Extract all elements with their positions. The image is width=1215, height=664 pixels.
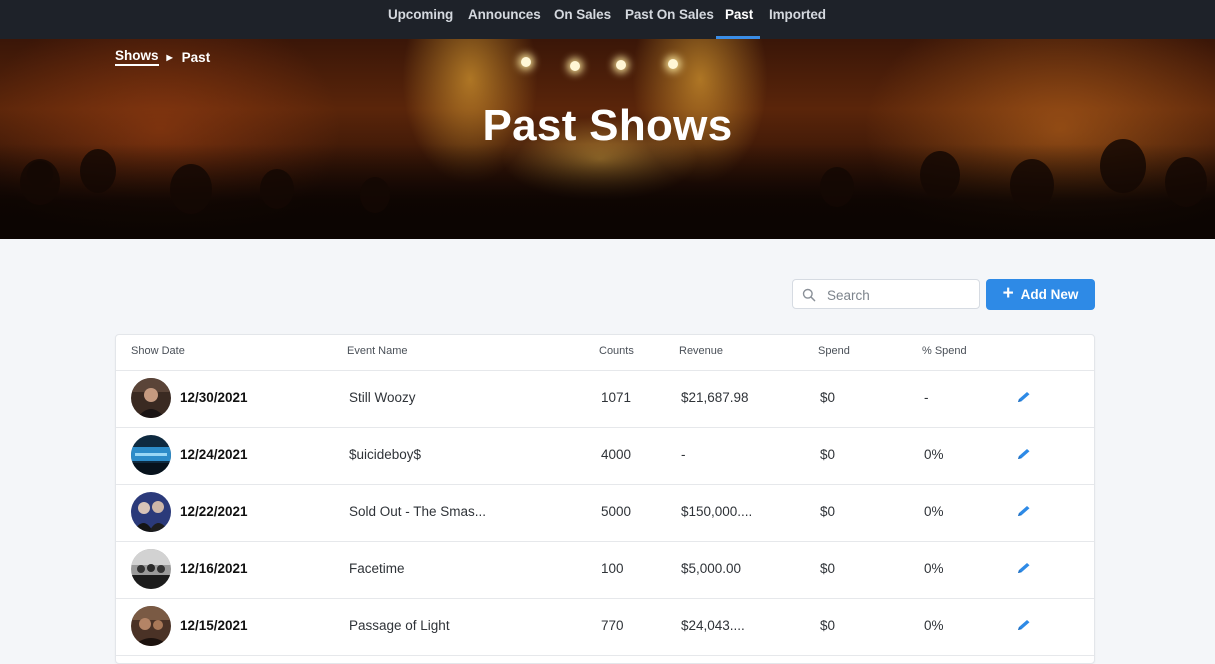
search-icon (802, 288, 816, 307)
show-date: 12/24/2021 (180, 447, 248, 462)
counts: 1071 (601, 390, 632, 405)
crowd-head (260, 169, 294, 209)
add-new-label: Add New (1020, 287, 1079, 302)
column-header-spend[interactable]: Spend (818, 345, 850, 357)
pencil-icon[interactable] (1016, 390, 1032, 409)
shows-table: Show Date Event Name Counts Revenue Spen… (115, 334, 1095, 664)
avatar (131, 549, 171, 589)
plus-icon: + (1002, 283, 1014, 304)
revenue: - (681, 447, 686, 462)
column-header-event-name[interactable]: Event Name (347, 345, 408, 357)
crowd-head (820, 167, 854, 207)
breadcrumb: Shows ▶ Past (115, 48, 210, 66)
pencil-icon[interactable] (1016, 618, 1032, 637)
tab-past[interactable]: Past (725, 0, 753, 39)
event-name[interactable]: Sold Out - The Smas... (349, 504, 486, 519)
column-header-show-date[interactable]: Show Date (131, 345, 185, 357)
top-nav: Upcoming Announces On Sales Past On Sale… (0, 0, 1215, 39)
crowd-head (360, 177, 390, 213)
stage-light (616, 60, 626, 70)
page-title: Past Shows (482, 101, 733, 150)
table-row[interactable]: 12/30/2021 Still Woozy 1071 $21,687.98 $… (116, 370, 1094, 428)
table-row[interactable]: 12/15/2021 Passage of Light 770 $24,043.… (116, 598, 1094, 656)
crowd-head (1010, 159, 1054, 211)
event-name[interactable]: Passage of Light (349, 618, 450, 633)
pencil-icon[interactable] (1016, 447, 1032, 466)
tab-imported[interactable]: Imported (769, 0, 826, 39)
spend: $0 (820, 618, 836, 633)
spend: $0 (820, 390, 836, 405)
column-header-revenue[interactable]: Revenue (679, 345, 723, 357)
table-row[interactable]: 12/22/2021 Sold Out - The Smas... 5000 $… (116, 484, 1094, 542)
counts: 100 (601, 561, 624, 576)
show-date: 12/16/2021 (180, 561, 248, 576)
show-date: 12/15/2021 (180, 618, 248, 633)
crowd-head (1165, 157, 1207, 207)
hero-banner: Shows ▶ Past Past Shows (0, 39, 1215, 239)
crowd-head (20, 159, 60, 205)
stage-light (570, 61, 580, 71)
show-date: 12/22/2021 (180, 504, 248, 519)
event-name[interactable]: $uicideboy$ (349, 447, 421, 462)
avatar (131, 435, 171, 475)
revenue: $150,000.... (681, 504, 753, 519)
event-name[interactable]: Facetime (349, 561, 405, 576)
table-row[interactable]: 12/16/2021 Facetime 100 $5,000.00 $0 0% (116, 541, 1094, 599)
breadcrumb-shows[interactable]: Shows (115, 48, 159, 66)
revenue: $24,043.... (681, 618, 745, 633)
pct-spend: 0% (924, 447, 944, 462)
search-input[interactable] (825, 280, 979, 310)
pct-spend: 0% (924, 504, 944, 519)
spend: $0 (820, 504, 836, 519)
counts: 5000 (601, 504, 632, 519)
table-row[interactable]: 12/24/2021 $uicideboy$ 4000 - $0 0% (116, 427, 1094, 485)
tab-past-on-sales[interactable]: Past On Sales (625, 0, 714, 39)
tab-on-sales[interactable]: On Sales (554, 0, 611, 39)
breadcrumb-separator-icon: ▶ (166, 52, 173, 62)
pencil-icon[interactable] (1016, 504, 1032, 523)
event-name[interactable]: Still Woozy (349, 390, 416, 405)
avatar (131, 492, 171, 532)
tab-upcoming[interactable]: Upcoming (388, 0, 453, 39)
column-header-counts[interactable]: Counts (599, 345, 634, 357)
pencil-icon[interactable] (1016, 561, 1032, 580)
stage-light (668, 59, 678, 69)
spend: $0 (820, 447, 836, 462)
avatar (131, 606, 171, 646)
pct-spend: 0% (924, 561, 944, 576)
counts: 770 (601, 618, 624, 633)
counts: 4000 (601, 447, 632, 462)
column-header-pct-spend[interactable]: % Spend (922, 345, 967, 357)
crowd-head (920, 151, 960, 199)
revenue: $5,000.00 (681, 561, 742, 576)
search-box (792, 279, 980, 310)
stage-light (521, 57, 531, 67)
crowd-head (170, 164, 212, 214)
show-date: 12/30/2021 (180, 390, 248, 405)
spend: $0 (820, 561, 836, 576)
tab-announces[interactable]: Announces (468, 0, 541, 39)
add-new-button[interactable]: + Add New (986, 279, 1095, 310)
pct-spend: 0% (924, 618, 944, 633)
crowd-head (80, 149, 116, 193)
pct-spend: - (924, 390, 929, 405)
breadcrumb-current: Past (181, 49, 211, 65)
revenue: $21,687.98 (681, 390, 749, 405)
avatar (131, 378, 171, 418)
table-header: Show Date Event Name Counts Revenue Spen… (116, 335, 1094, 371)
